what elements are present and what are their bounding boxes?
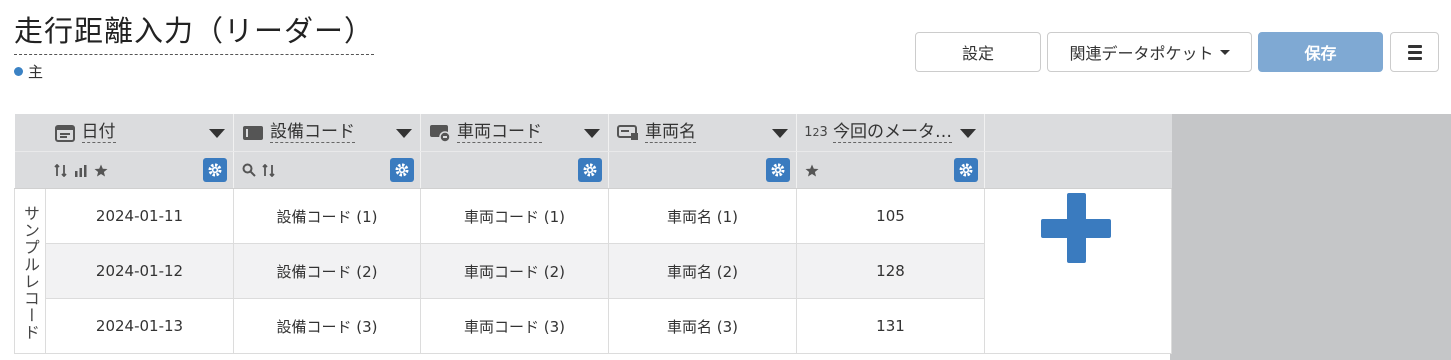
cell-vehicle-name[interactable]: 車両名 (1) xyxy=(608,188,797,244)
empty-canvas-area xyxy=(1170,114,1451,360)
cell-vehicle-code[interactable]: 車両コード (1) xyxy=(420,188,609,244)
page-title: 走行距離入力（リーダー） xyxy=(14,8,374,55)
column-label-date: 日付 xyxy=(81,122,116,143)
star-icon xyxy=(94,164,107,176)
text-field-icon xyxy=(242,124,264,142)
hamburger-icon xyxy=(1407,44,1422,60)
caret-down-icon[interactable] xyxy=(772,129,788,138)
gear-icon[interactable] xyxy=(578,158,602,182)
main-tag: 主 xyxy=(14,61,43,82)
sample-record-label: サンプルレコード xyxy=(14,188,46,354)
caret-down-icon[interactable] xyxy=(960,129,976,138)
caret-down-icon[interactable] xyxy=(584,129,600,138)
column-label-equipment-code: 設備コード xyxy=(270,122,355,143)
add-column-plus-icon[interactable] xyxy=(1041,193,1111,263)
cell-meter[interactable]: 105 xyxy=(796,188,985,244)
settings-button[interactable]: 設定 xyxy=(915,32,1041,72)
gear-icon[interactable] xyxy=(390,158,414,182)
cell-date[interactable]: 2024-01-12 xyxy=(45,243,234,299)
column-label-vehicle-name: 車両名 xyxy=(645,122,696,143)
save-button[interactable]: 保存 xyxy=(1258,32,1383,72)
cell-equipment-code[interactable]: 設備コード (2) xyxy=(233,243,421,299)
cell-meter[interactable]: 128 xyxy=(796,243,985,299)
column-label-vehicle-code: 車両コード xyxy=(457,122,542,143)
vehicle-link-icon xyxy=(429,124,451,142)
cell-vehicle-name[interactable]: 車両名 (3) xyxy=(608,298,797,354)
sort-icon xyxy=(53,163,67,177)
related-data-pocket-label: 関連データポケット xyxy=(1069,44,1214,63)
gear-icon[interactable] xyxy=(203,158,227,182)
vehicle-icon xyxy=(617,124,639,142)
cell-vehicle-code[interactable]: 車両コード (3) xyxy=(420,298,609,354)
cell-equipment-code[interactable]: 設備コード (3) xyxy=(233,298,421,354)
cell-vehicle-code[interactable]: 車両コード (2) xyxy=(420,243,609,299)
column-header-vehicle-name[interactable]: 車両名 xyxy=(608,114,797,152)
cell-date[interactable]: 2024-01-13 xyxy=(45,298,234,354)
column-header-vehicle-code[interactable]: 車両コード xyxy=(420,114,609,152)
table-row: サンプルレコード 2024-01-11 設備コード (1) 車両コード (1) … xyxy=(14,188,1172,354)
column-label-meter: 今回のメータ… xyxy=(833,122,952,143)
star-icon xyxy=(805,164,819,176)
related-data-pocket-button[interactable]: 関連データポケット xyxy=(1047,32,1252,72)
caret-down-icon xyxy=(1219,49,1230,55)
bullet-dot-icon xyxy=(14,67,23,76)
calendar-icon xyxy=(54,124,76,142)
cell-equipment-code[interactable]: 設備コード (1) xyxy=(233,188,421,244)
cell-date[interactable]: 2024-01-11 xyxy=(45,188,234,244)
caret-down-icon[interactable] xyxy=(396,129,412,138)
add-column-header-area xyxy=(984,114,1172,152)
column-header-date[interactable]: 日付 xyxy=(45,114,234,152)
column-header-equipment-code[interactable]: 設備コード xyxy=(233,114,421,152)
table-corner xyxy=(14,114,46,152)
bar-chart-icon xyxy=(74,164,86,177)
column-header-meter[interactable]: 123 今回のメータ… xyxy=(796,114,985,152)
gear-icon[interactable] xyxy=(954,158,978,182)
number-icon: 123 xyxy=(804,125,828,140)
caret-down-icon[interactable] xyxy=(209,129,225,138)
main-tag-label: 主 xyxy=(28,63,44,81)
add-column-area xyxy=(984,188,1172,354)
gear-icon[interactable] xyxy=(766,158,790,182)
menu-button[interactable] xyxy=(1390,32,1439,72)
cell-vehicle-name[interactable]: 車両名 (2) xyxy=(608,243,797,299)
sort-icon xyxy=(262,163,275,177)
search-icon xyxy=(242,163,256,177)
record-table: 日付 設備コード 車両コード 車両名 1 2 3 今回のメータ… サンプルレコー… xyxy=(14,114,1172,354)
cell-meter[interactable]: 131 xyxy=(796,298,985,354)
